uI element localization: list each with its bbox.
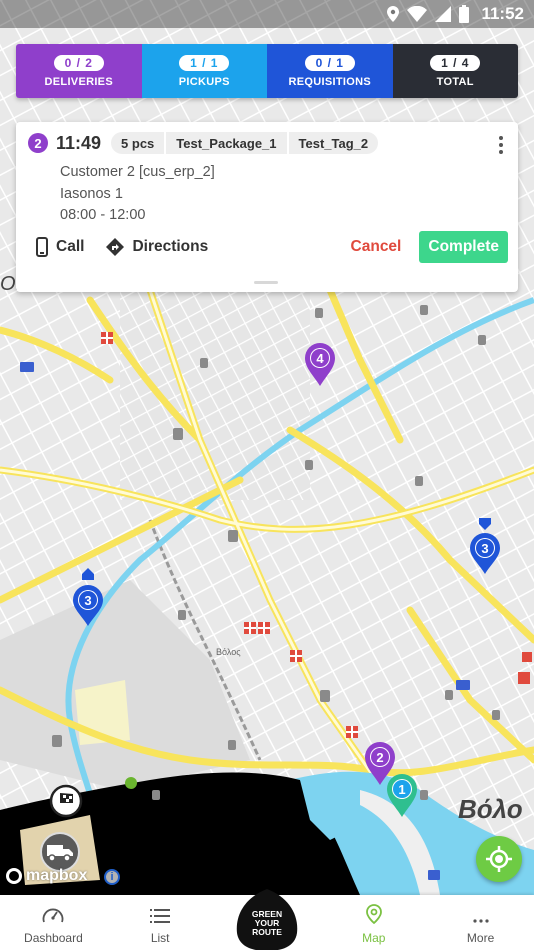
stop-time: 11:49 (56, 132, 102, 153)
location-icon (387, 6, 400, 22)
marker-stop-4-label: 4 (316, 351, 324, 366)
route-stats-bar: 0 / 2 DELIVERIES 1 / 1 PICKUPS 0 / 1 REQ… (16, 44, 518, 98)
wifi-icon (407, 6, 428, 22)
stop-detail-card[interactable]: 2 11:49 5 pcs Test_Package_1 Test_Tag_2 … (16, 122, 518, 292)
stat-requisitions-count: 0 / 1 (304, 54, 355, 71)
speedometer-icon (43, 908, 64, 923)
stat-requisitions[interactable]: 0 / 1 REQUISITIONS (267, 44, 393, 98)
marker-stop-2-label: 2 (376, 750, 383, 765)
card-drag-handle[interactable] (254, 281, 278, 284)
signal-icon (435, 6, 452, 22)
directions-label: Directions (132, 238, 209, 255)
call-label: Call (56, 238, 85, 255)
vehicle-button[interactable] (40, 832, 80, 872)
truck-icon (47, 845, 73, 861)
stat-requisitions-label: REQUISITIONS (288, 75, 371, 88)
nav-dashboard-label: Dashboard (24, 931, 83, 945)
phone-icon (36, 237, 48, 257)
stat-pickups-label: PICKUPS (178, 75, 230, 88)
nav-map-label: Map (362, 931, 386, 945)
cancel-button[interactable]: Cancel (351, 238, 402, 256)
bottom-navigation: Dashboard List GREEN YOUR ROUTE Map More (0, 889, 534, 950)
stop-time-window: 08:00 - 12:00 (60, 207, 146, 223)
map-pin-icon (365, 904, 382, 924)
stat-deliveries[interactable]: 0 / 2 DELIVERIES (16, 44, 142, 98)
brand-logo-button[interactable]: GREEN YOUR ROUTE (214, 889, 321, 950)
stat-deliveries-label: DELIVERIES (44, 75, 113, 88)
nav-more[interactable]: More (427, 895, 534, 950)
chip-tag: Test_Tag_2 (298, 135, 369, 151)
stat-pickups[interactable]: 1 / 1 PICKUPS (141, 44, 267, 98)
status-time: 11:52 (481, 4, 524, 23)
list-icon (150, 909, 171, 923)
stop-card-header: 2 11:49 5 pcs Test_Package_1 Test_Tag_2 (28, 132, 379, 154)
directions-icon (106, 238, 125, 256)
directions-button[interactable]: Directions (106, 238, 208, 256)
marker-stop-3-east-label: 3 (481, 541, 488, 556)
mapbox-logo-text: mapbox (26, 867, 88, 884)
chip-package: Test_Package_1 (166, 132, 289, 154)
nav-map[interactable]: Map (320, 895, 427, 950)
stat-deliveries-count: 0 / 2 (53, 54, 104, 71)
stat-total-count: 1 / 4 (430, 54, 481, 71)
chip-pieces: 5 pcs (111, 132, 167, 154)
nav-more-label: More (466, 931, 495, 945)
marker-stop-1-label: 1 (398, 782, 405, 797)
nav-list[interactable]: List (107, 895, 214, 950)
call-button[interactable]: Call (36, 237, 84, 257)
map-attribution-info-button[interactable]: i (104, 869, 120, 885)
stop-address: Iasonos 1 (60, 185, 123, 202)
stat-pickups-count: 1 / 1 (179, 54, 230, 71)
battery-icon (459, 5, 470, 23)
complete-button[interactable]: Complete (419, 231, 508, 263)
map-label-volos-small: Βόλος (216, 647, 241, 657)
stop-chips: 5 pcs Test_Package_1 Test_Tag_2 (111, 132, 379, 154)
brand-line-3: ROUTE (252, 927, 282, 937)
brand-logo-text: GREEN YOUR ROUTE (242, 910, 292, 937)
stop-number-badge: 2 (28, 133, 48, 153)
mapbox-logo-icon (6, 868, 22, 884)
marker-stop-3-west-label: 3 (84, 593, 91, 608)
depot-flag-marker[interactable] (49, 784, 83, 818)
more-options-icon[interactable] (498, 136, 504, 154)
map-label-volos-large: Βόλο (458, 794, 523, 824)
stop-customer: Customer 2 [cus_erp_2] (60, 164, 215, 180)
stat-total-label: TOTAL (436, 75, 474, 88)
crosshair-icon (486, 846, 512, 872)
nav-list-label: List (150, 931, 170, 945)
my-location-button[interactable] (476, 836, 522, 882)
mapbox-logo: mapbox (6, 867, 87, 885)
more-dots-icon (472, 919, 489, 923)
nav-dashboard[interactable]: Dashboard (0, 895, 107, 950)
stat-total[interactable]: 1 / 4 TOTAL (392, 44, 518, 98)
status-bar: 11:52 (0, 0, 534, 28)
